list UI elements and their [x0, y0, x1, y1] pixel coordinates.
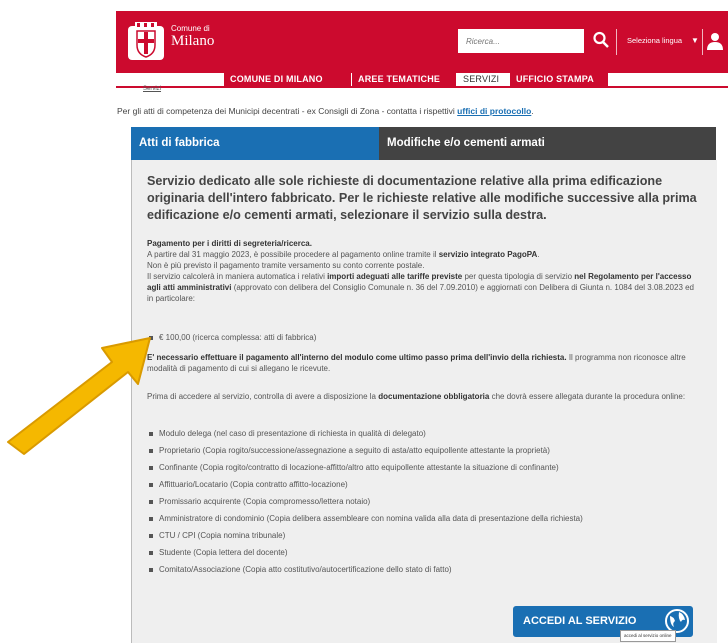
fee-list: € 100,00 (ricerca complessa: atti di fab…: [147, 329, 316, 346]
header-divider: [702, 29, 703, 55]
docs-intro-c: che dovrà essere allegata durante la pro…: [489, 392, 686, 401]
header-divider: [616, 29, 617, 55]
nav-item-aree-tematiche[interactable]: AREE TEMATICHE: [352, 73, 456, 86]
search-input[interactable]: [458, 29, 584, 53]
payment-section: Pagamento per i diritti di segreteria/ri…: [147, 238, 702, 304]
docs-intro-a: Prima di accedere al servizio, controlla…: [147, 392, 379, 401]
list-item: Comitato/Associazione (Copia atto costit…: [147, 561, 583, 578]
list-item: CTU / CPI (Copia nomina tribunale): [147, 527, 583, 544]
payment-line-1a: A partire dal 31 maggio 2023, è possibil…: [147, 250, 439, 259]
list-item: Affittuario/Locatario (Copia contratto a…: [147, 476, 583, 493]
list-item: Studente (Copia lettera del docente): [147, 544, 583, 561]
service-tabs: Atti di fabbrica Modifiche e/o cementi a…: [131, 127, 716, 160]
payment-notice-bold: E' necessario effettuare il pagamento al…: [147, 353, 567, 362]
list-item: Confinante (Copia rogito/contratto di lo…: [147, 459, 583, 476]
list-item: Amministratore di condominio (Copia deli…: [147, 510, 583, 527]
service-headline: Servizio dedicato alle sole richieste di…: [147, 174, 697, 222]
list-item: Modulo delega (nel caso di presentazione…: [147, 425, 583, 442]
payment-line-3a: Il servizio calcolerà in maniera automat…: [147, 272, 328, 281]
payment-line-3b: importi adeguati alle tariffe previste: [327, 272, 463, 281]
nav-item-ufficio-stampa[interactable]: UFFICIO STAMPA: [510, 73, 608, 86]
search-icon[interactable]: [592, 30, 610, 50]
main-navigation: COMUNE DI MILANO AREE TEMATICHE SERVIZI …: [116, 73, 728, 88]
tab-modifiche-cementi-armati[interactable]: Modifiche e/o cementi armati: [379, 127, 716, 160]
pagopa-link[interactable]: servizio integrato PagoPA: [439, 250, 538, 259]
uffici-protocollo-link[interactable]: uffici di protocollo: [457, 106, 531, 116]
nav-item-servizi[interactable]: SERVIZI: [457, 73, 509, 86]
payment-title: Pagamento per i diritti di segreteria/ri…: [147, 239, 312, 248]
chevron-down-icon[interactable]: ▼: [691, 36, 699, 45]
payment-line-1c: .: [537, 250, 540, 259]
site-logo-text[interactable]: Comune di Milano: [171, 25, 214, 49]
logo-small-text: Comune di: [171, 24, 210, 33]
nav-item-comune-di-milano[interactable]: COMUNE DI MILANO: [224, 73, 351, 86]
list-item: Promissario acquirente (Copia compromess…: [147, 493, 583, 510]
payment-line-2: Non è più previsto il pagamento tramite …: [147, 261, 425, 270]
language-selector[interactable]: Seleziona lingua: [627, 36, 682, 45]
documentazione-obbligatoria: documentazione obbligatoria: [378, 392, 490, 401]
breadcrumb[interactable]: Servizi: [143, 86, 161, 92]
tab-atti-di-fabbrica[interactable]: Atti di fabbrica: [131, 127, 379, 160]
site-header: Comune di Milano Seleziona lingua ▼: [116, 11, 728, 73]
logo-big-text: Milano: [171, 33, 215, 49]
intro-text: Per gli atti di competenza dei Municipi …: [117, 106, 534, 116]
user-icon[interactable]: [706, 31, 724, 51]
payment-notice: E' necessario effettuare il pagamento al…: [147, 352, 702, 374]
docs-intro: Prima di accedere al servizio, controlla…: [147, 391, 702, 402]
intro-text-end: .: [531, 106, 534, 116]
list-item: Proprietario (Copia rogito/successione/a…: [147, 442, 583, 459]
intro-text-body: Per gli atti di competenza dei Municipi …: [117, 106, 458, 116]
tooltip: accedi al servizio online: [620, 630, 676, 642]
payment-line-3c: per questa tipologia di servizio: [462, 272, 575, 281]
fee-item: € 100,00 (ricerca complessa: atti di fab…: [147, 329, 316, 346]
milano-coat-of-arms-icon[interactable]: [126, 20, 166, 62]
required-docs-list: Modulo delega (nel caso di presentazione…: [147, 425, 583, 578]
arrow-pointer-icon: [7, 337, 151, 455]
